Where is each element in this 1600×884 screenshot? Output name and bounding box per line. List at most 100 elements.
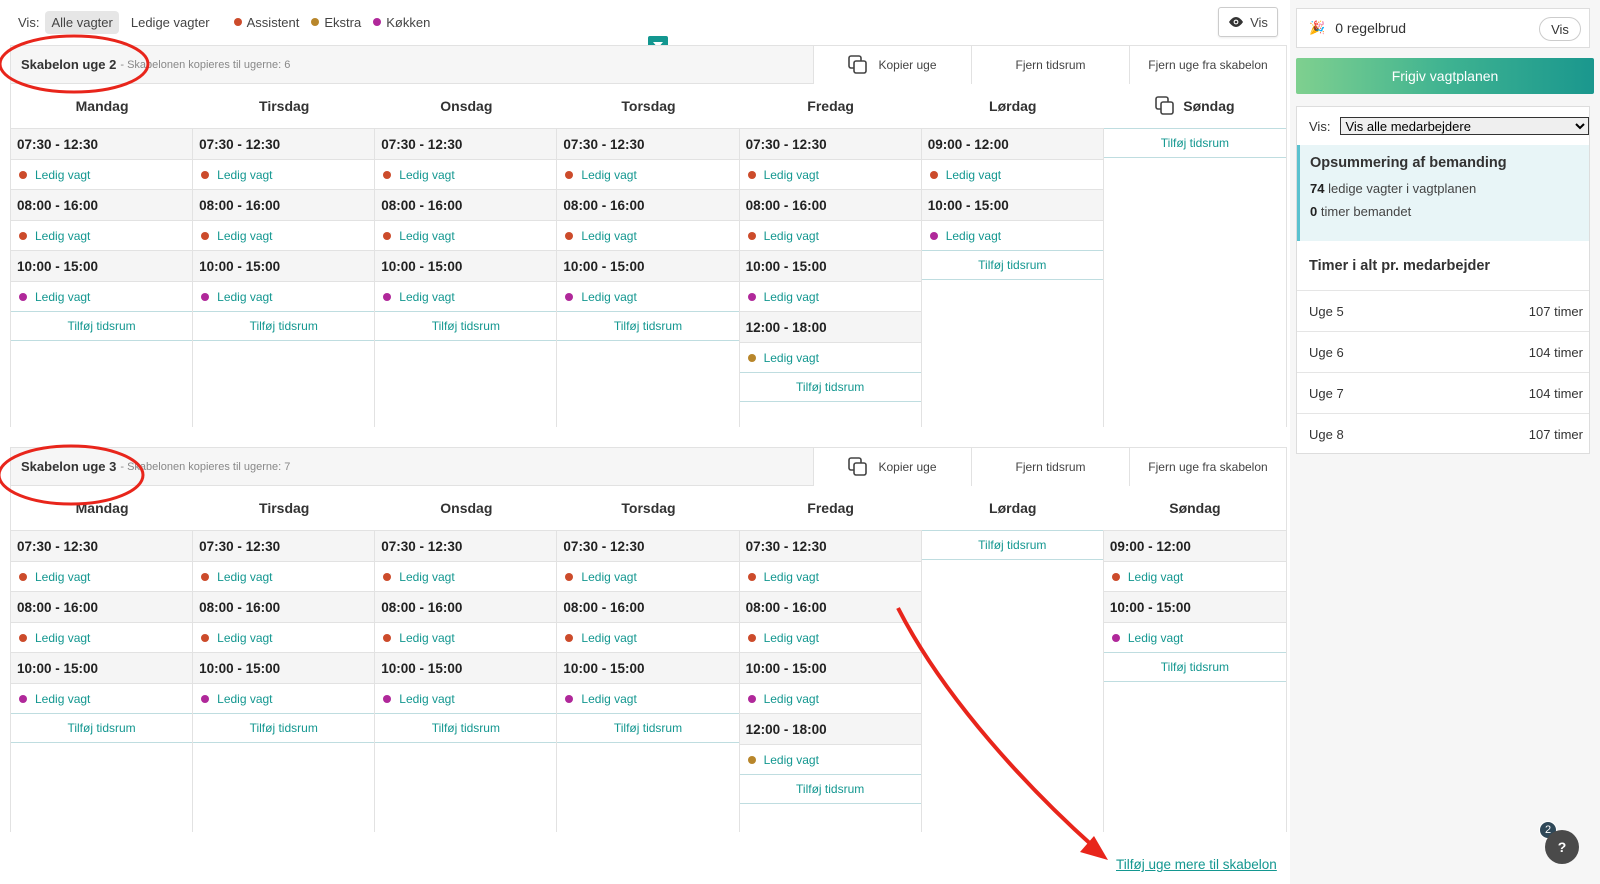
vis-button[interactable]: Vis	[1218, 7, 1278, 37]
add-time-slot-button[interactable]: Tilføj tidsrum	[1103, 128, 1286, 158]
time-slot[interactable]: 10:00 - 15:00	[739, 250, 921, 281]
free-shift[interactable]: Ledig vagt	[1103, 561, 1286, 591]
time-slot[interactable]: 10:00 - 15:00	[557, 250, 739, 281]
free-shift[interactable]: Ledig vagt	[375, 622, 557, 652]
remove-slot-button[interactable]: Fjern tidsrum	[971, 46, 1129, 84]
time-slot[interactable]: 08:00 - 16:00	[739, 189, 921, 220]
free-shift[interactable]: Ledig vagt	[739, 561, 921, 591]
rules-vis-button[interactable]: Vis	[1539, 17, 1581, 41]
filter-free-shifts[interactable]: Ledige vagter	[125, 11, 216, 34]
copy-day-icon[interactable]	[1155, 96, 1175, 116]
free-shift[interactable]: Ledig vagt	[921, 159, 1103, 189]
free-shift[interactable]: Ledig vagt	[11, 220, 193, 250]
time-slot[interactable]: 08:00 - 16:00	[193, 591, 375, 622]
free-shift[interactable]: Ledig vagt	[375, 281, 557, 311]
free-shift[interactable]: Ledig vagt	[375, 220, 557, 250]
time-slot[interactable]: 07:30 - 12:30	[375, 530, 557, 561]
add-week-link[interactable]: Tilføj uge mere til skabelon	[1116, 857, 1277, 872]
free-shift[interactable]: Ledig vagt	[557, 159, 739, 189]
add-time-slot-button[interactable]: Tilføj tidsrum	[1103, 652, 1286, 682]
add-time-slot-button[interactable]: Tilføj tidsrum	[375, 311, 557, 341]
time-slot[interactable]: 09:00 - 12:00	[921, 128, 1103, 159]
time-slot[interactable]: 10:00 - 15:00	[11, 652, 193, 683]
time-slot[interactable]: 08:00 - 16:00	[739, 591, 921, 622]
free-shift[interactable]: Ledig vagt	[375, 683, 557, 713]
copy-week-button[interactable]: Kopier uge	[813, 46, 971, 84]
free-shift[interactable]: Ledig vagt	[11, 561, 193, 591]
time-slot[interactable]: 08:00 - 16:00	[11, 591, 193, 622]
free-shift[interactable]: Ledig vagt	[557, 281, 739, 311]
add-time-slot-button[interactable]: Tilføj tidsrum	[11, 713, 193, 743]
add-time-slot-button[interactable]: Tilføj tidsrum	[11, 311, 193, 341]
time-slot[interactable]: 10:00 - 15:00	[739, 652, 921, 683]
free-shift[interactable]: Ledig vagt	[11, 683, 193, 713]
help-button[interactable]: ?	[1545, 830, 1579, 864]
add-time-slot-button[interactable]: Tilføj tidsrum	[739, 774, 921, 804]
time-slot[interactable]: 12:00 - 18:00	[739, 713, 921, 744]
add-time-slot-button[interactable]: Tilføj tidsrum	[921, 530, 1103, 560]
employee-filter-select[interactable]: Vis alle medarbejdere	[1340, 117, 1589, 135]
free-shift[interactable]: Ledig vagt	[739, 744, 921, 774]
time-slot[interactable]: 12:00 - 18:00	[739, 311, 921, 342]
add-time-slot-button[interactable]: Tilføj tidsrum	[193, 713, 375, 743]
release-schedule-button[interactable]: Frigiv vagtplanen	[1296, 58, 1594, 94]
add-time-slot-button[interactable]: Tilføj tidsrum	[557, 713, 739, 743]
time-slot[interactable]: 08:00 - 16:00	[375, 591, 557, 622]
time-slot[interactable]: 10:00 - 15:00	[375, 250, 557, 281]
time-slot[interactable]: 10:00 - 15:00	[921, 189, 1103, 220]
time-slot[interactable]: 10:00 - 15:00	[193, 250, 375, 281]
free-shift[interactable]: Ledig vagt	[739, 622, 921, 652]
free-shift[interactable]: Ledig vagt	[193, 220, 375, 250]
time-slot[interactable]: 07:30 - 12:30	[11, 128, 193, 159]
free-shift[interactable]: Ledig vagt	[557, 683, 739, 713]
free-shift[interactable]: Ledig vagt	[193, 683, 375, 713]
remove-slot-button[interactable]: Fjern tidsrum	[971, 448, 1129, 486]
add-time-slot-button[interactable]: Tilføj tidsrum	[921, 250, 1103, 280]
free-shift[interactable]: Ledig vagt	[11, 159, 193, 189]
time-slot[interactable]: 07:30 - 12:30	[739, 128, 921, 159]
free-shift[interactable]: Ledig vagt	[739, 342, 921, 372]
add-time-slot-button[interactable]: Tilføj tidsrum	[193, 311, 375, 341]
time-slot[interactable]: 10:00 - 15:00	[1103, 591, 1286, 622]
free-shift[interactable]: Ledig vagt	[375, 561, 557, 591]
time-slot[interactable]: 07:30 - 12:30	[739, 530, 921, 561]
add-time-slot-button[interactable]: Tilføj tidsrum	[557, 311, 739, 341]
free-shift[interactable]: Ledig vagt	[193, 622, 375, 652]
free-shift[interactable]: Ledig vagt	[557, 220, 739, 250]
time-slot[interactable]: 07:30 - 12:30	[375, 128, 557, 159]
free-shift[interactable]: Ledig vagt	[739, 281, 921, 311]
free-shift[interactable]: Ledig vagt	[375, 159, 557, 189]
free-shift[interactable]: Ledig vagt	[193, 281, 375, 311]
free-shift[interactable]: Ledig vagt	[557, 622, 739, 652]
time-slot[interactable]: 07:30 - 12:30	[11, 530, 193, 561]
free-shift[interactable]: Ledig vagt	[11, 281, 193, 311]
time-slot[interactable]: 08:00 - 16:00	[11, 189, 193, 220]
copy-week-button[interactable]: Kopier uge	[813, 448, 971, 486]
remove-week-button[interactable]: Fjern uge fra skabelon	[1129, 46, 1286, 84]
free-shift[interactable]: Ledig vagt	[193, 159, 375, 189]
time-slot[interactable]: 10:00 - 15:00	[11, 250, 193, 281]
remove-week-button[interactable]: Fjern uge fra skabelon	[1129, 448, 1286, 486]
time-slot[interactable]: 08:00 - 16:00	[375, 189, 557, 220]
time-slot[interactable]: 08:00 - 16:00	[193, 189, 375, 220]
free-shift[interactable]: Ledig vagt	[1103, 622, 1286, 652]
time-slot[interactable]: 10:00 - 15:00	[193, 652, 375, 683]
free-shift[interactable]: Ledig vagt	[193, 561, 375, 591]
time-slot[interactable]: 08:00 - 16:00	[557, 591, 739, 622]
free-shift[interactable]: Ledig vagt	[739, 159, 921, 189]
free-shift[interactable]: Ledig vagt	[739, 683, 921, 713]
filter-all-shifts[interactable]: Alle vagter	[45, 10, 119, 34]
time-slot[interactable]: 07:30 - 12:30	[193, 530, 375, 561]
time-slot[interactable]: 07:30 - 12:30	[557, 530, 739, 561]
time-slot[interactable]: 07:30 - 12:30	[557, 128, 739, 159]
time-slot[interactable]: 10:00 - 15:00	[375, 652, 557, 683]
time-slot[interactable]: 08:00 - 16:00	[557, 189, 739, 220]
free-shift[interactable]: Ledig vagt	[921, 220, 1103, 250]
time-slot[interactable]: 10:00 - 15:00	[557, 652, 739, 683]
add-time-slot-button[interactable]: Tilføj tidsrum	[375, 713, 557, 743]
add-time-slot-button[interactable]: Tilføj tidsrum	[739, 372, 921, 402]
time-slot[interactable]: 07:30 - 12:30	[193, 128, 375, 159]
free-shift[interactable]: Ledig vagt	[11, 622, 193, 652]
time-slot[interactable]: 09:00 - 12:00	[1103, 530, 1286, 561]
free-shift[interactable]: Ledig vagt	[557, 561, 739, 591]
